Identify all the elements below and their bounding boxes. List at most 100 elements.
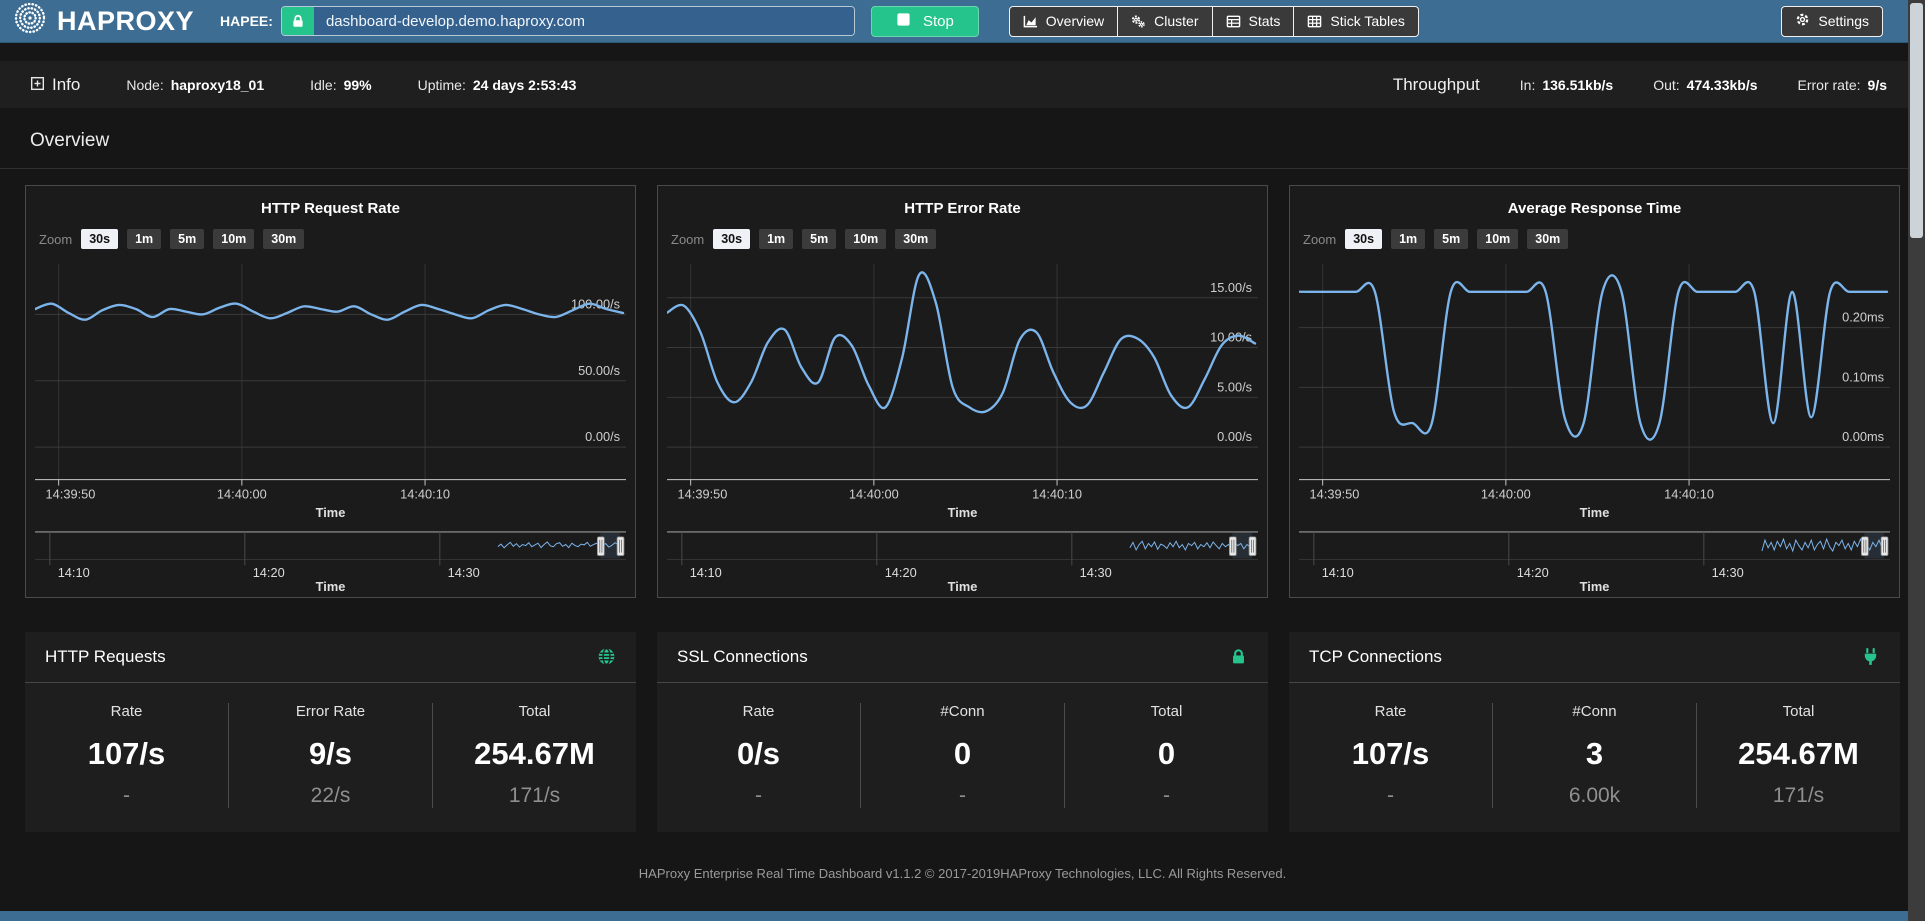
y-axis-label: 0.00/s: [585, 429, 620, 444]
chart-2-zoom-30m-button[interactable]: 30m: [895, 229, 936, 249]
footer-text: HAProxy Enterprise Real Time Dashboard v…: [0, 866, 1925, 881]
info-toggle[interactable]: Info: [30, 75, 80, 95]
chart-2-zoom-10m-button[interactable]: 10m: [845, 229, 886, 249]
navigator-time-label: 14:30: [1712, 565, 1744, 580]
lock-icon: [1229, 647, 1248, 666]
navigator-axis-title: Time: [948, 579, 978, 594]
y-axis-label: 5.00/s: [1217, 379, 1252, 394]
x-axis-label: 14:39:50: [1310, 486, 1360, 501]
stat-label: #Conn: [1493, 703, 1696, 720]
stat-sub-value: 171/s: [433, 784, 636, 808]
uptime-value: 24 days 2:53:43: [473, 77, 577, 93]
stat-value: 107/s: [25, 736, 228, 772]
url-input[interactable]: [314, 7, 854, 35]
chart-2-zoom-5m-button[interactable]: 5m: [802, 229, 836, 249]
chart-navigator[interactable]: 14:1014:2014:30Time: [1299, 526, 1890, 595]
chart-3-zoom-5m-button[interactable]: 5m: [1434, 229, 1468, 249]
zoom-controls: Zoom 30s 1m 5m 10m 30m: [35, 227, 626, 258]
chart-2-zoom-30s-button[interactable]: 30s: [713, 229, 750, 249]
stat--conn: #Conn0-: [860, 703, 1064, 808]
nav-button-label: Overview: [1046, 13, 1104, 29]
chart-navigator[interactable]: 14:1014:2014:30Time: [667, 526, 1258, 595]
y-axis-label: 15.00/s: [1210, 280, 1252, 295]
haproxy-brand: HAPROXY: [12, 0, 194, 43]
plus-square-icon: [30, 76, 45, 91]
stat-label: Rate: [657, 703, 860, 720]
node-info: Node: haproxy18_01: [126, 77, 264, 93]
chart-title: HTTP Request Rate: [35, 200, 626, 217]
chart-1-zoom-30m-button[interactable]: 30m: [263, 229, 304, 249]
card-tcp-connections: TCP ConnectionsRate107/s-#Conn36.00kTota…: [1289, 632, 1900, 832]
chart-1-zoom-5m-button[interactable]: 5m: [170, 229, 204, 249]
x-axis-label: 14:40:10: [400, 486, 450, 501]
chart-1-zoom-1m-button[interactable]: 1m: [127, 229, 161, 249]
chart-1-zoom-10m-button[interactable]: 10m: [213, 229, 254, 249]
scrollbar-thumb[interactable]: [1910, 3, 1923, 238]
stop-button-label: Stop: [923, 13, 954, 30]
navigator-handle-right[interactable]: [1249, 537, 1256, 556]
chart-3-zoom-30s-button[interactable]: 30s: [1345, 229, 1382, 249]
overview-section-header: Overview: [0, 108, 1925, 169]
stat-value: 0: [861, 736, 1064, 772]
card-title: TCP Connections: [1309, 647, 1442, 667]
card-http-requests: HTTP Requests Rate 107/s -Error Rate9/s22/s…: [25, 632, 636, 832]
stat-rate: Rate0/s-: [657, 703, 860, 808]
settings-button[interactable]: Settings: [1781, 6, 1883, 37]
chart-panel-average-response-time: Average Response TimeZoom30s1m5m10m30m0.…: [1289, 185, 1900, 598]
idle-label: Idle:: [310, 77, 336, 93]
stat-label: Rate: [1289, 703, 1492, 720]
card-body: Rate107/s-Error Rate9/s22/sTotal254.67M1…: [25, 683, 636, 832]
chart-1-zoom-30s-button[interactable]: 30s: [81, 229, 118, 249]
card-title: SSL Connections: [677, 647, 808, 667]
chart-2-zoom-1m-button[interactable]: 1m: [759, 229, 793, 249]
scrollbar-track[interactable]: [1908, 0, 1925, 921]
navigator-handle-right[interactable]: [1881, 537, 1888, 556]
stop-button[interactable]: Stop: [871, 6, 979, 37]
stat-value: 254.67M: [433, 736, 636, 772]
chart-3-zoom-10m-button[interactable]: 10m: [1477, 229, 1518, 249]
navigator-handle-right[interactable]: [617, 537, 624, 556]
nav-button-stats[interactable]: Stats: [1212, 6, 1295, 37]
charts-row: HTTP Request Rate Zoom 30s 1m 5m 10m 30m 0.00/s…: [25, 185, 1900, 598]
uptime-info: Uptime: 24 days 2:53:43: [418, 77, 577, 93]
chart-3-zoom-1m-button[interactable]: 1m: [1391, 229, 1425, 249]
stat-sub-value: 6.00k: [1493, 784, 1696, 808]
chart-plot: 0.00ms0.10ms0.20ms14:39:5014:40:0014:40:…: [1299, 258, 1890, 526]
x-axis-label: 14:40:00: [849, 486, 899, 501]
table-list-icon: [1226, 14, 1241, 29]
card-title: HTTP Requests: [45, 647, 166, 667]
card-header: HTTP Requests: [25, 632, 636, 683]
navigator-axis-title: Time: [316, 579, 346, 594]
navigator-handle-left[interactable]: [597, 537, 604, 556]
ssl-lock-badge: [282, 7, 314, 35]
chart-3-zoom-30m-button[interactable]: 30m: [1527, 229, 1568, 249]
card-body: Rate107/s-#Conn36.00kTotal254.67M171/s: [1289, 683, 1900, 832]
nav-button-cluster[interactable]: Cluster: [1117, 6, 1212, 37]
stat-label: Rate: [25, 703, 228, 720]
in-label: In:: [1520, 77, 1536, 93]
navigator-time-label: 14:10: [58, 565, 90, 580]
hapee-label: HAPEE:: [220, 13, 273, 29]
stat-sub-value: -: [25, 784, 228, 808]
x-axis-label: 14:39:50: [678, 486, 728, 501]
chart-navigator[interactable]: 14:1014:2014:30Time: [35, 526, 626, 595]
navigator-handle-left[interactable]: [1861, 537, 1868, 556]
haproxy-logo-icon: [12, 0, 48, 43]
nav-button-label: Stats: [1249, 13, 1281, 29]
stat-label: Error Rate: [229, 703, 432, 720]
nav-button-overview[interactable]: Overview: [1009, 6, 1118, 37]
x-axis-title: Time: [1580, 505, 1610, 520]
navigator-handle-left[interactable]: [1229, 537, 1236, 556]
zoom-label: Zoom: [39, 232, 72, 247]
nav-button-stick-tables[interactable]: Stick Tables: [1293, 6, 1418, 37]
stat-sub-value: -: [861, 784, 1064, 808]
stat-value: 107/s: [1289, 736, 1492, 772]
gear-icon: [1795, 12, 1810, 27]
idle-info: Idle: 99%: [310, 77, 372, 93]
stat-error-rate: Error Rate9/s22/s: [228, 703, 432, 808]
stat-value: 3: [1493, 736, 1696, 772]
navigator-time-label: 14:10: [1322, 565, 1354, 580]
stat-total: Total254.67M171/s: [432, 703, 636, 808]
navigator-time-label: 14:10: [690, 565, 722, 580]
navigator-time-label: 14:30: [1080, 565, 1112, 580]
